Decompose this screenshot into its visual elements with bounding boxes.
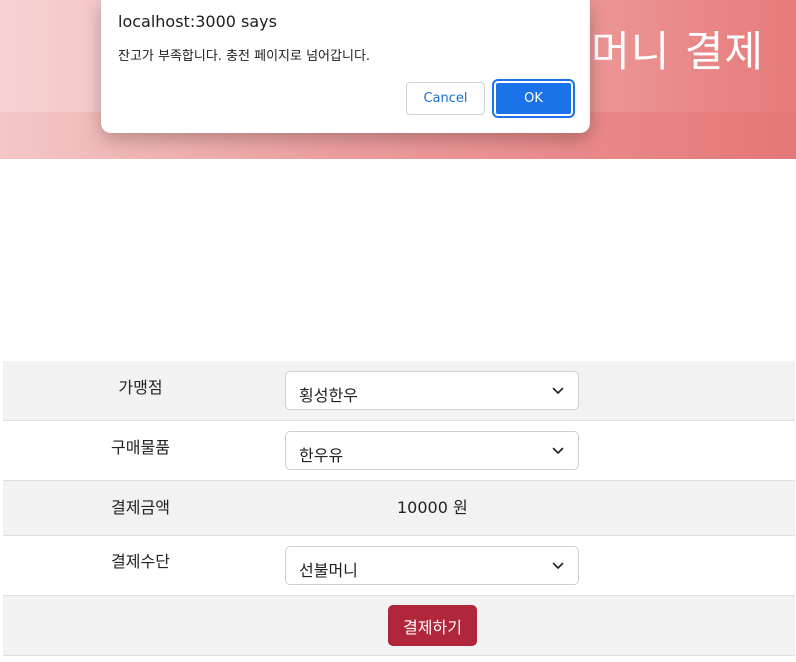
chevron-down-icon [552,562,564,569]
form-row-item: 구매물품 한우유 [3,421,795,481]
form-row-amount: 결제금액 10000 원 [3,481,795,536]
amount-label: 결제금액 [111,498,170,517]
store-label: 가맹점 [118,378,163,397]
method-select[interactable]: 선불머니 [285,546,579,585]
chevron-down-icon [552,387,564,394]
pay-button[interactable]: 결제하기 [388,605,477,646]
item-select[interactable]: 한우유 [285,431,579,470]
item-select-value: 한우유 [299,446,344,465]
page-title: 머니 결제 [591,27,764,76]
method-label: 결제수단 [111,552,170,571]
cancel-button[interactable]: Cancel [406,82,485,115]
item-label: 구매물품 [111,438,170,457]
payment-form: 가맹점 횡성한우 구매물품 한우유 결제금액 10000 원 결제수단 선불머니 [3,361,795,656]
form-row-method: 결제수단 선불머니 [3,536,795,596]
amount-value: 10000 원 [397,498,468,517]
dialog-origin: localhost:3000 says [118,12,277,31]
form-row-submit: 결제하기 [3,596,795,656]
dialog-message: 잔고가 부족합니다. 충전 페이지로 넘어갑니다. [118,49,371,64]
store-select[interactable]: 횡성한우 [285,371,579,410]
store-select-value: 횡성한우 [299,386,358,405]
alert-dialog: localhost:3000 says 잔고가 부족합니다. 충전 페이지로 넘… [101,0,590,133]
chevron-down-icon [552,447,564,454]
form-row-store: 가맹점 횡성한우 [3,361,795,421]
ok-button[interactable]: OK [492,79,575,118]
method-select-value: 선불머니 [299,561,358,580]
